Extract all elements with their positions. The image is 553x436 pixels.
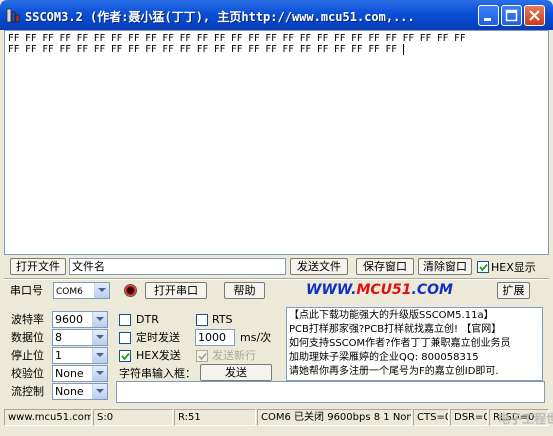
- help-button[interactable]: 帮助: [224, 282, 265, 299]
- chevron-down-icon: [92, 348, 107, 363]
- status-dsr: DSR=0: [450, 409, 488, 426]
- hex-display-label: HEX显示: [491, 261, 536, 274]
- save-window-button[interactable]: 保存窗口: [356, 258, 414, 275]
- ad-panel[interactable]: 【点此下载功能强大的升级版SSCOM5.11a】 PCB打样那家强?PCB打样就…: [286, 307, 543, 381]
- interval-input[interactable]: 1000: [195, 329, 235, 346]
- receive-line: FF FF FF FF FF FF FF FF FF FF FF FF FF F…: [8, 33, 466, 44]
- send-textarea[interactable]: [116, 381, 545, 403]
- send-newline-label: 发送新行: [212, 349, 256, 362]
- logo-brand: MCU51: [356, 282, 412, 298]
- stopbits-label: 停止位: [11, 349, 44, 362]
- send-file-button[interactable]: 发送文件: [290, 258, 348, 275]
- ad-line[interactable]: 【点此下载功能强大的升级版SSCOM5.11a】: [289, 309, 540, 323]
- close-button[interactable]: [524, 5, 545, 26]
- checkmark-icon: [479, 263, 488, 272]
- app-icon: [6, 8, 20, 23]
- expand-button[interactable]: 扩展: [497, 282, 530, 299]
- ad-line: 如何支持SSCOM作者?作者丁丁兼职嘉立创业务员: [289, 338, 511, 349]
- ad-line: 请她帮你再多注册一个尾号为F的嘉立创ID即可.: [289, 366, 499, 377]
- status-received: R:51: [174, 409, 256, 426]
- baud-select[interactable]: 9600: [52, 311, 108, 328]
- parity-select[interactable]: None: [52, 365, 108, 382]
- flow-label: 流控制: [11, 385, 44, 398]
- databits-label: 数据位: [11, 331, 44, 344]
- logo-prefix: WWW.: [306, 282, 357, 298]
- status-site: www.mcu51.com: [4, 409, 92, 426]
- flow-select[interactable]: None: [52, 383, 108, 400]
- parity-value: None: [55, 367, 84, 380]
- checkmark-icon: [121, 352, 130, 361]
- logo-suffix: .COM: [411, 282, 453, 298]
- input-label: 字符串输入框：: [119, 367, 196, 380]
- databits-select[interactable]: 8: [52, 329, 108, 346]
- stopbits-value: 1: [55, 349, 62, 362]
- baud-label: 波特率: [11, 313, 44, 326]
- databits-value: 8: [55, 331, 62, 344]
- dtr-label: DTR: [136, 313, 159, 326]
- port-select[interactable]: COM6: [53, 282, 110, 299]
- serial-settings-panel: 波特率 9600 数据位 8 停止位 1 校验位 None 流控制 None: [6, 307, 112, 403]
- interval-unit: ms/次: [240, 331, 272, 344]
- status-sent: S:0: [93, 409, 173, 426]
- divider: [4, 278, 549, 280]
- mcu51-logo[interactable]: WWW.MCU51.COM: [306, 282, 453, 298]
- receive-line: FF FF FF FF FF FF FF FF FF FF FF FF FF F…: [8, 44, 397, 55]
- rts-label: RTS: [212, 313, 233, 326]
- chevron-down-icon: [92, 366, 107, 381]
- port-label: 串口号: [10, 284, 43, 297]
- minimize-button[interactable]: [478, 5, 499, 26]
- parity-label: 校验位: [11, 367, 44, 380]
- hex-send-checkbox[interactable]: [119, 350, 131, 362]
- text-cursor: [402, 44, 404, 55]
- port-value: COM6: [56, 287, 83, 297]
- clear-window-button[interactable]: 清除窗口: [418, 258, 472, 275]
- close-icon: [529, 10, 540, 21]
- receive-textarea[interactable]: FF FF FF FF FF FF FF FF FF FF FF FF FF F…: [4, 30, 549, 255]
- watermark: 电子工程世界: [498, 412, 553, 426]
- chevron-down-icon: [92, 312, 107, 327]
- maximize-icon: [505, 9, 518, 22]
- dtr-checkbox[interactable]: [119, 314, 131, 326]
- ad-line: 加助理妹子梁雁婷的企业QQ: 800058315: [289, 352, 479, 363]
- title-bar[interactable]: SSCOM3.2 (作者:聂小猛(丁丁), 主页http://www.mcu51…: [0, 0, 553, 30]
- send-button[interactable]: 发送: [200, 364, 272, 381]
- chevron-down-icon: [92, 330, 107, 345]
- hex-display-checkbox[interactable]: [477, 261, 489, 273]
- ad-line[interactable]: PCB打样那家强?PCB打样就找嘉立创! 【官网】: [289, 323, 540, 337]
- port-status-indicator-icon: [124, 284, 137, 297]
- timed-send-checkbox[interactable]: [119, 332, 131, 344]
- minimize-icon: [484, 18, 491, 21]
- file-name-field[interactable]: 文件名: [69, 258, 286, 275]
- status-cts: CTS=0: [413, 409, 449, 426]
- open-file-button[interactable]: 打开文件: [10, 258, 66, 275]
- window-title: SSCOM3.2 (作者:聂小猛(丁丁), 主页http://www.mcu51…: [25, 10, 415, 24]
- checkmark-icon: [198, 352, 207, 361]
- hex-send-label: HEX发送: [136, 349, 181, 362]
- baud-value: 9600: [55, 313, 83, 326]
- rts-checkbox[interactable]: [196, 314, 208, 326]
- chevron-down-icon: [94, 283, 109, 298]
- stopbits-select[interactable]: 1: [52, 347, 108, 364]
- flow-value: None: [55, 385, 84, 398]
- status-port-state: COM6 已关闭 9600bps 8 1 None None: [257, 409, 412, 426]
- status-bar: www.mcu51.com S:0 R:51 COM6 已关闭 9600bps …: [0, 407, 553, 427]
- timed-send-label: 定时发送: [136, 331, 180, 344]
- chevron-down-icon: [92, 384, 107, 399]
- send-newline-checkbox[interactable]: [196, 350, 208, 362]
- maximize-button[interactable]: [501, 5, 522, 26]
- app-window: SSCOM3.2 (作者:聂小猛(丁丁), 主页http://www.mcu51…: [0, 0, 553, 436]
- open-port-button[interactable]: 打开串口: [145, 282, 207, 299]
